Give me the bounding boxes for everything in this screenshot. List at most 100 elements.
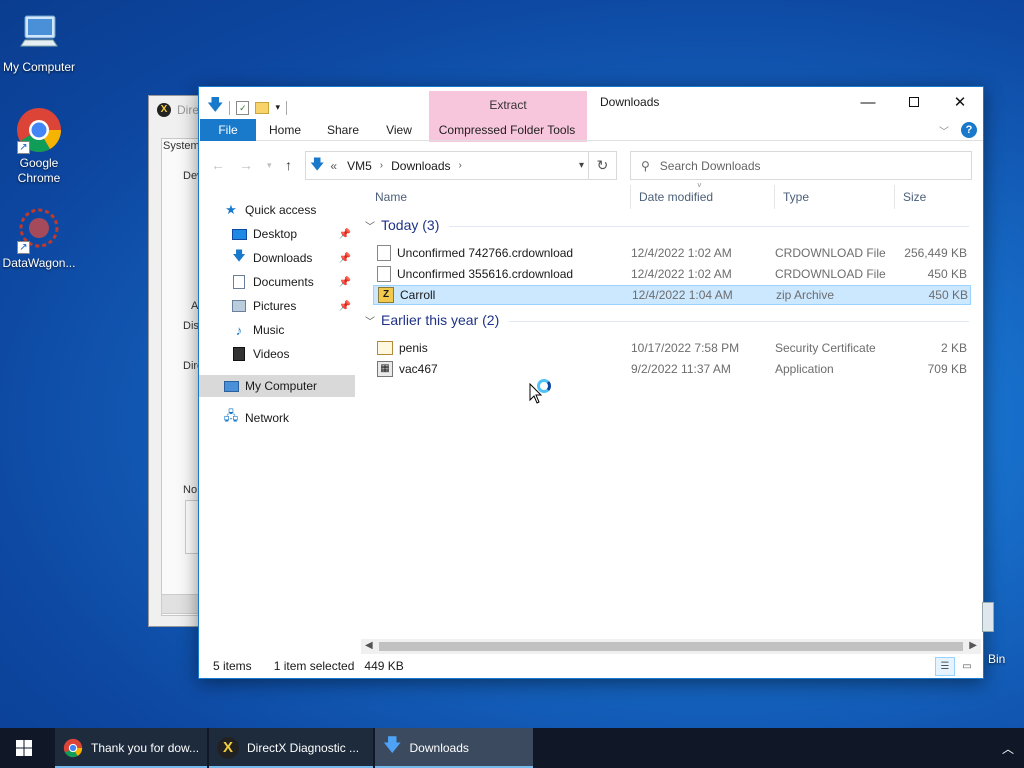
table-row[interactable]: penis 10/17/2022 7:58 PM Security Certif… bbox=[373, 338, 971, 358]
pin-icon[interactable]: 📌 bbox=[339, 229, 351, 240]
extract-tab-label[interactable]: Extract bbox=[429, 98, 587, 112]
column-header-name[interactable]: Name bbox=[367, 185, 631, 209]
large-icons-view-icon[interactable]: ▭ bbox=[957, 657, 977, 676]
nav-item-network[interactable]: 🖧 Network bbox=[199, 407, 355, 429]
scroll-right-icon[interactable]: ▶ bbox=[969, 640, 977, 651]
back-icon[interactable]: ← bbox=[211, 157, 225, 173]
file-date: 10/17/2022 7:58 PM bbox=[631, 341, 740, 355]
new-folder-icon[interactable] bbox=[255, 101, 270, 114]
desktop-icon-datawagon[interactable]: ↗ DataWagon... bbox=[0, 206, 78, 271]
details-view-icon[interactable]: ☰ bbox=[935, 657, 955, 676]
star-icon: ★ bbox=[225, 202, 237, 217]
file-type: zip Archive bbox=[776, 288, 835, 302]
table-row[interactable]: Unconfirmed 355616.crdownload 12/4/2022 … bbox=[373, 264, 971, 284]
column-header-size[interactable]: Size bbox=[895, 185, 975, 209]
title-bar[interactable]: 🡇 ✓ ▾ Extract Downloads — ✕ bbox=[199, 87, 983, 142]
file-list[interactable]: Name Date modified Type Size ˅ ﹀ Today (… bbox=[359, 181, 979, 637]
help-icon[interactable]: ? bbox=[961, 122, 977, 138]
overflow-crumb[interactable]: « bbox=[330, 159, 337, 173]
group-divider bbox=[509, 321, 969, 322]
search-input[interactable] bbox=[659, 158, 940, 173]
nav-item-my-computer[interactable]: My Computer bbox=[199, 375, 355, 397]
table-row[interactable]: ▦ vac467 9/2/2022 11:37 AM Application 70… bbox=[373, 359, 971, 379]
nav-item-quick-access[interactable]: ★ Quick access bbox=[199, 199, 355, 221]
tab-share[interactable]: Share bbox=[319, 119, 367, 141]
file-name: penis bbox=[399, 341, 428, 355]
collapse-chevron-icon: ﹀ bbox=[365, 221, 375, 233]
nav-item-label: Pictures bbox=[253, 299, 297, 313]
breadcrumb-chevron-icon[interactable]: › bbox=[459, 160, 462, 171]
column-header-type[interactable]: Type bbox=[775, 185, 895, 209]
maximize-button[interactable] bbox=[891, 87, 937, 117]
download-icon: 🡇 bbox=[383, 735, 402, 755]
show-hidden-icons-icon[interactable]: ︿ bbox=[1002, 740, 1014, 757]
group-header-today[interactable]: ﹀ Today (3) bbox=[365, 217, 439, 233]
file-explorer-window[interactable]: 🡇 ✓ ▾ Extract Downloads — ✕ File Home Sh… bbox=[198, 86, 984, 679]
start-button[interactable] bbox=[0, 728, 48, 768]
address-bar[interactable]: 🡇 « VM5 › Downloads › ▾ ↻ bbox=[305, 151, 617, 180]
group-header-earlier-this-year[interactable]: ﹀ Earlier this year (2) bbox=[365, 312, 499, 328]
pin-icon[interactable]: 📌 bbox=[339, 277, 351, 288]
table-row-selected[interactable]: Z Carroll 12/4/2022 1:04 AM zip Archive 4… bbox=[373, 285, 971, 305]
file-size: 450 KB bbox=[928, 288, 968, 302]
recycle-bin-label: Bin bbox=[988, 652, 1006, 666]
scroll-left-icon[interactable]: ◀ bbox=[365, 640, 373, 651]
minimize-button[interactable]: — bbox=[845, 87, 891, 117]
properties-icon[interactable]: ✓ bbox=[236, 100, 250, 115]
recycle-bin-icon[interactable]: Bin bbox=[982, 602, 1005, 666]
search-box[interactable]: ⚲ bbox=[630, 151, 972, 180]
file-size: 709 KB bbox=[927, 362, 967, 376]
datawagon-icon: ↗ bbox=[15, 206, 63, 254]
file-name: Unconfirmed 355616.crdownload bbox=[397, 267, 574, 281]
tab-home[interactable]: Home bbox=[261, 119, 309, 141]
breadcrumb-chevron-icon[interactable]: › bbox=[380, 160, 383, 171]
address-row: ← → ▾ ↑ 🡇 « VM5 › Downloads › ▾ ↻ ⚲ bbox=[199, 141, 983, 185]
sort-indicator-icon: ˅ bbox=[697, 181, 702, 190]
taskbar-item-label: Thank you for dow... bbox=[91, 741, 200, 755]
tab-view[interactable]: View bbox=[375, 119, 423, 141]
desktop-icon-my-computer[interactable]: My Computer bbox=[0, 10, 78, 75]
table-row[interactable]: Unconfirmed 742766.crdownload 12/4/2022 … bbox=[373, 243, 971, 263]
nav-item-downloads[interactable]: 🡇 Downloads 📌 bbox=[199, 247, 355, 269]
file-date: 12/4/2022 1:02 AM bbox=[631, 246, 732, 260]
refresh-button[interactable]: ↻ bbox=[588, 152, 616, 179]
customize-qat-icon[interactable]: ▾ bbox=[275, 102, 280, 113]
taskbar-item-downloads[interactable]: 🡇 Downloads bbox=[375, 728, 533, 768]
column-header-date-modified[interactable]: Date modified bbox=[631, 185, 775, 209]
forward-icon[interactable]: → bbox=[239, 157, 253, 173]
scrollbar-thumb[interactable] bbox=[379, 642, 963, 651]
address-dropdown-icon[interactable]: ▾ bbox=[579, 160, 584, 171]
nav-item-pictures[interactable]: Pictures 📌 bbox=[199, 295, 355, 317]
download-arrow-icon[interactable]: 🡇 bbox=[207, 94, 223, 121]
taskbar-item-chrome[interactable]: Thank you for dow... bbox=[55, 728, 207, 768]
file-name: Carroll bbox=[400, 288, 436, 302]
pin-icon[interactable]: 📌 bbox=[339, 301, 351, 312]
desktop-icon-google-chrome[interactable]: ↗ Google Chrome bbox=[0, 106, 78, 186]
expand-ribbon-icon[interactable]: ﹀ bbox=[939, 123, 949, 138]
taskbar-item-label: DirectX Diagnostic ... bbox=[247, 741, 360, 755]
chrome-icon bbox=[63, 738, 83, 758]
desktop-icon-label: Google Chrome bbox=[17, 156, 61, 185]
breadcrumb-downloads[interactable]: Downloads bbox=[391, 159, 450, 173]
nav-item-videos[interactable]: Videos bbox=[199, 343, 355, 365]
nav-item-desktop[interactable]: Desktop 📌 bbox=[199, 223, 355, 245]
tab-file[interactable]: File bbox=[200, 119, 256, 141]
file-size: 2 KB bbox=[940, 341, 967, 355]
up-icon[interactable]: ↑ bbox=[285, 157, 292, 173]
horizontal-scrollbar[interactable]: ◀ ▶ bbox=[361, 639, 981, 654]
taskbar-item-directx[interactable]: X DirectX Diagnostic ... bbox=[209, 728, 373, 768]
shortcut-arrow-icon: ↗ bbox=[17, 141, 30, 154]
pin-icon[interactable]: 📌 bbox=[339, 253, 351, 264]
nav-item-documents[interactable]: Documents 📌 bbox=[199, 271, 355, 293]
close-button[interactable]: ✕ bbox=[937, 87, 983, 117]
nav-item-music[interactable]: ♪ Music bbox=[199, 319, 355, 341]
file-type: CRDOWNLOAD File bbox=[775, 267, 886, 281]
dx-tab-system[interactable]: System bbox=[163, 140, 200, 152]
tab-compressed-folder-tools[interactable]: Compressed Folder Tools bbox=[431, 119, 583, 141]
recent-locations-icon[interactable]: ▾ bbox=[267, 160, 272, 171]
breadcrumb-vm5[interactable]: VM5 bbox=[347, 159, 372, 173]
refresh-icon: ↻ bbox=[596, 157, 609, 173]
zip-icon: Z bbox=[378, 287, 394, 303]
dx-label: No bbox=[183, 484, 198, 496]
quick-access-toolbar: 🡇 ✓ ▾ bbox=[207, 94, 287, 121]
